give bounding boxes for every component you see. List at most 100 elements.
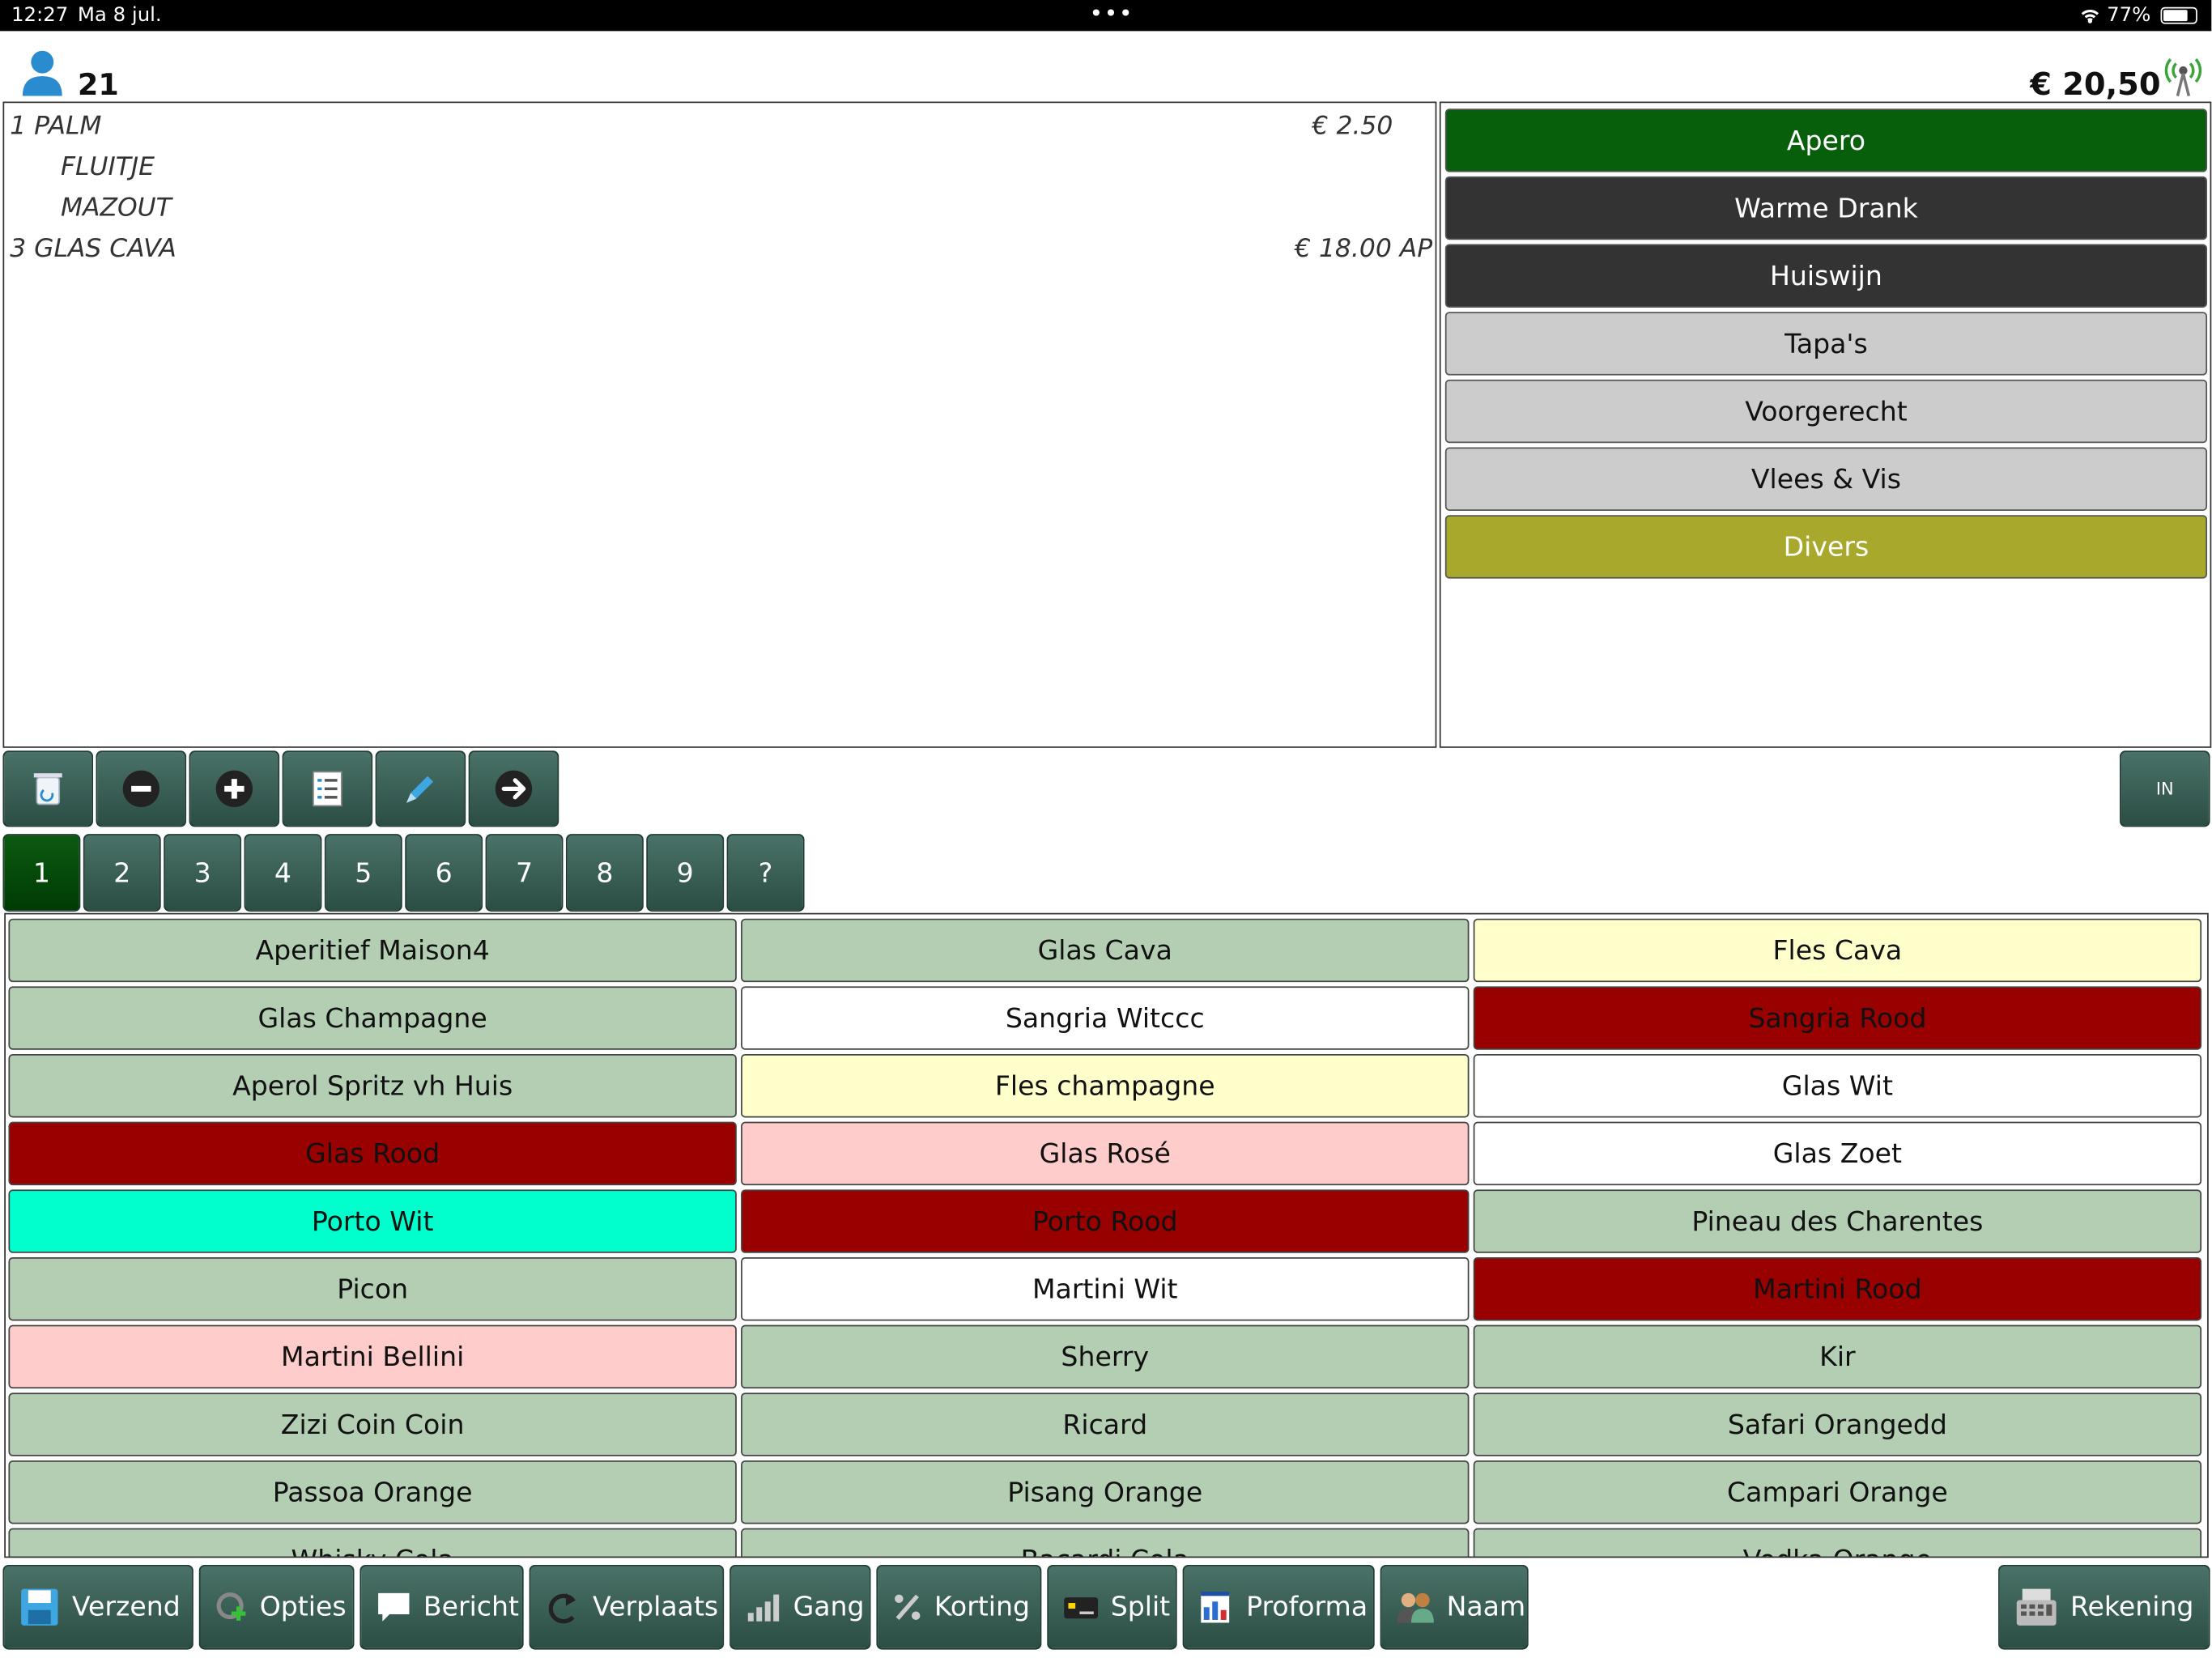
header: 21 € 20,50 [0,31,2211,104]
details-button[interactable] [282,750,373,827]
order-line-name: FLUITJE [60,152,155,182]
product-button[interactable]: Pisang Orange [741,1460,1470,1524]
edit-button[interactable] [375,750,466,827]
order-line-name: 1 PALM [10,111,102,142]
verplaats-button[interactable]: Verplaats [529,1564,725,1650]
status-time: 12:27 [11,4,69,28]
gang-button[interactable]: Gang [730,1564,871,1650]
minus-icon [122,770,160,807]
product-button[interactable]: Fles Cava [1473,918,2202,983]
order-line-price: € 18.00 AP [1295,234,1433,264]
rekening-button[interactable]: Rekening [1998,1564,2210,1650]
proforma-button[interactable]: Proforma [1182,1564,1375,1650]
naam-button[interactable]: Naam [1380,1564,1529,1650]
bericht-button[interactable]: Bericht [359,1564,524,1650]
product-button[interactable]: Martini Rood [1473,1257,2202,1321]
verzend-label: Verzend [71,1592,181,1623]
product-button[interactable]: Porto Rood [741,1189,1470,1253]
course-tab-5[interactable]: 5 [324,834,402,912]
product-button[interactable]: Martini Wit [741,1257,1470,1321]
course-bars-icon [747,1594,780,1622]
product-button[interactable]: Zizi Coin Coin [8,1392,737,1456]
course-tab-7[interactable]: 7 [485,834,564,912]
product-button[interactable]: Passoa Orange [8,1460,737,1524]
product-button[interactable]: Glas Rosé [741,1121,1470,1186]
course-tab-4[interactable]: 4 [244,834,322,912]
naam-label: Naam [1446,1592,1526,1623]
course-tab-3[interactable]: 3 [164,834,242,912]
percent-icon [895,1594,921,1620]
course-tab-1[interactable]: 1 [2,834,81,912]
product-button[interactable]: Glas Champagne [8,986,737,1050]
course-tab-6[interactable]: 6 [405,834,483,912]
product-button[interactable]: Sangria Rood [1473,986,2202,1050]
product-button[interactable]: Martini Bellini [8,1324,737,1389]
status-bar: 12:27 Ma 8 jul. ••• 77% [0,0,2212,32]
product-button[interactable]: Glas Wit [1473,1054,2202,1118]
product-grid[interactable]: Aperitief Maison4 Glas Cava Fles Cava Gl… [4,912,2209,1558]
order-line-name: MAZOUT [60,193,172,223]
product-button[interactable]: Picon [8,1257,737,1321]
category-warme-drank[interactable]: Warme Drank [1444,176,2208,240]
proforma-label: Proforma [1246,1592,1368,1623]
plus-icon [215,770,253,807]
course-tab-8[interactable]: 8 [565,834,644,912]
signal-icon [2164,58,2202,96]
increase-button[interactable] [189,750,280,827]
korting-button[interactable]: Korting [876,1564,1042,1650]
next-button[interactable] [468,750,559,827]
people-icon [1397,1592,1434,1623]
split-label: Split [1110,1592,1171,1623]
opties-button[interactable]: Opties [198,1564,355,1650]
product-button[interactable]: Porto Wit [8,1189,737,1253]
product-button[interactable]: Vodka Orange [1473,1528,2202,1557]
order-list[interactable]: 1 PALM € 2.50 FLUITJE MAZOUT 3 GLAS CAVA… [2,101,1437,748]
battery-level [2163,10,2188,22]
decrease-button[interactable] [96,750,187,827]
course-tab-unknown[interactable]: ? [726,834,805,912]
product-button[interactable]: Sangria Witccc [741,986,1470,1050]
verzend-button[interactable]: Verzend [2,1564,194,1650]
category-huiswijn[interactable]: Huiswijn [1444,244,2208,308]
status-date: Ma 8 jul. [77,4,162,28]
product-button[interactable]: Kir [1473,1324,2202,1389]
product-button[interactable]: Aperol Spritz vh Huis [8,1054,737,1118]
product-button[interactable]: Bacardi Cola [741,1528,1470,1557]
pencil-icon [406,776,434,803]
product-button[interactable]: Ricard [741,1392,1470,1456]
product-button[interactable]: Glas Rood [8,1121,737,1186]
in-button[interactable]: IN [2119,750,2210,827]
product-button[interactable]: Whisky Cola [8,1528,737,1557]
order-total: € 20,50 [2030,67,2161,104]
product-button[interactable]: Fles champagne [741,1054,1470,1118]
cash-register-icon [2016,1588,2057,1626]
category-panel: Apero Warme Drank Huiswijn Tapa's Voorge… [1439,101,2212,748]
rekening-label: Rekening [2069,1592,2194,1623]
product-button[interactable]: Aperitief Maison4 [8,918,737,983]
list-icon [313,771,342,807]
category-tapas[interactable]: Tapa's [1444,312,2208,376]
category-voorgerecht[interactable]: Voorgerecht [1444,379,2208,444]
covers-count: 21 [77,67,119,102]
split-button[interactable]: Split [1047,1564,1177,1650]
category-divers[interactable]: Divers [1444,515,2208,579]
product-button[interactable]: Pineau des Charentes [1473,1189,2202,1253]
verplaats-label: Verplaats [593,1592,719,1623]
product-button[interactable]: Safari Orangedd [1473,1392,2202,1456]
korting-label: Korting [934,1592,1031,1623]
course-tab-9[interactable]: 9 [646,834,725,912]
product-button[interactable]: Sherry [741,1324,1470,1389]
product-button[interactable]: Glas Cava [741,918,1470,983]
category-apero[interactable]: Apero [1444,108,2208,172]
card-icon [1064,1597,1099,1619]
order-line-price: € 2.50 [1312,111,1393,142]
pos-screen: 12:27 Ma 8 jul. ••• 77% 21 € 20,50 1 PAL… [0,0,2212,1658]
product-button[interactable]: Campari Orange [1473,1460,2202,1524]
delete-button[interactable] [2,750,94,827]
category-vlees-vis[interactable]: Vlees & Vis [1444,447,2208,511]
bericht-label: Bericht [423,1592,520,1623]
message-icon [378,1592,410,1622]
course-tab-2[interactable]: 2 [83,834,161,912]
multitask-dots[interactable]: ••• [1090,0,1134,27]
product-button[interactable]: Glas Zoet [1473,1121,2202,1186]
